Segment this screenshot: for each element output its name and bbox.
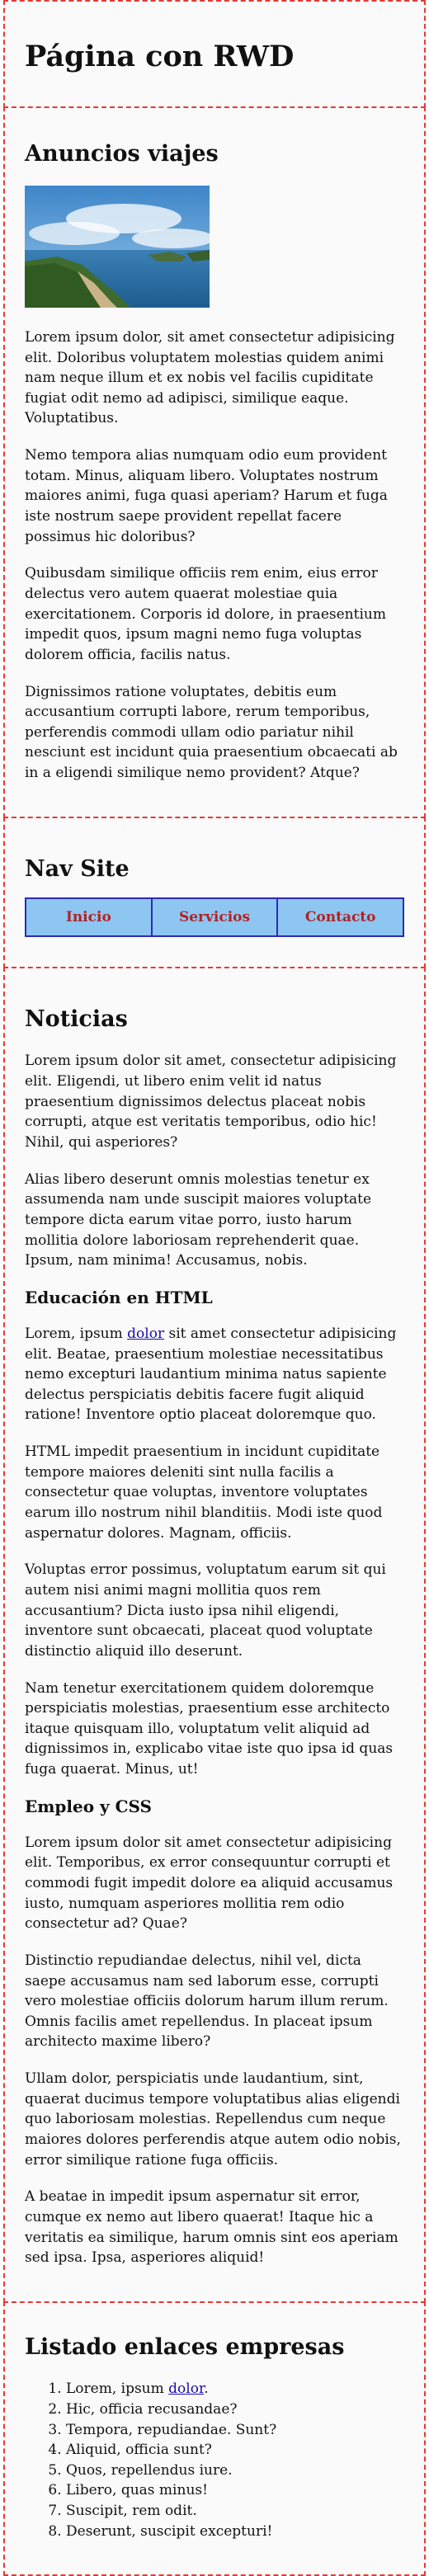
dolor-link[interactable]: dolor <box>168 2381 204 2397</box>
ads-title: Anuncios viajes <box>25 140 219 167</box>
news-subheading-html: Educación en HTML <box>25 1287 213 1307</box>
nav-title: Nav Site <box>25 855 130 882</box>
ads-section: Anuncios viajes Lorem ipsum dolor, sit a… <box>3 106 426 818</box>
list-item: Suscipit, rem odit. <box>66 2501 404 2522</box>
site-nav: Nav Site Inicio Servicios Contacto <box>3 816 426 969</box>
list-item: Quos, repellendus iure. <box>66 2461 404 2481</box>
company-links-list: Lorem, ipsum dolor. Hic, officia recusan… <box>25 2379 404 2574</box>
ads-paragraph: Lorem ipsum dolor, sit amet consectetur … <box>25 328 395 427</box>
news-paragraph: Ullam dolor, perspiciatis unde laudantiu… <box>25 2070 401 2169</box>
paragraph-text: Lorem, ipsum <box>25 1325 128 1342</box>
news-title: Noticias <box>25 1006 128 1033</box>
nav-item-inicio[interactable]: Inicio <box>26 899 153 936</box>
nav-item-servicios[interactable]: Servicios <box>153 899 279 936</box>
news-paragraph: Nam tenetur exercitationem quidem dolore… <box>25 1679 394 1778</box>
ads-paragraph: Quibusdam similique officiis rem enim, e… <box>25 565 386 663</box>
links-title: Listado enlaces empresas <box>25 2333 345 2360</box>
coastal-landscape-image <box>25 185 210 308</box>
ads-paragraph: Nemo tempora alias numquam odio eum prov… <box>25 447 388 545</box>
nav-item-contacto[interactable]: Contacto <box>278 899 403 935</box>
list-item-text: . <box>204 2381 209 2398</box>
list-item: Hic, officia recusandae? <box>66 2399 404 2420</box>
page-header: Página con RWD <box>3 0 426 108</box>
nav-menu: Inicio Servicios Contacto <box>25 897 404 938</box>
news-section: Noticias Lorem ipsum dolor sit amet, con… <box>3 967 426 2303</box>
news-paragraph: Lorem, ipsum dolor sit amet consectetur … <box>25 1324 404 1425</box>
company-links-section: Listado enlaces empresas Lorem, ipsum do… <box>3 2301 426 2576</box>
news-paragraph: Lorem ipsum dolor sit amet consectetur a… <box>25 1834 394 1933</box>
list-item: Lorem, ipsum dolor. <box>66 2379 404 2399</box>
ads-paragraph: Dignissimos ratione voluptates, debitis … <box>25 683 398 782</box>
news-paragraph: A beatae in impedit ipsum aspernatur sit… <box>25 2188 398 2267</box>
list-item: Aliquid, officia sunt? <box>66 2440 404 2461</box>
news-paragraph: HTML impedit praesentium in incidunt cup… <box>25 1443 383 1542</box>
news-subheading-css: Empleo y CSS <box>25 1796 152 1816</box>
page-title: Página con RWD <box>25 40 295 73</box>
news-paragraph: Lorem ipsum dolor sit amet, consectetur … <box>25 1053 397 1151</box>
news-paragraph: Alias libero deserunt omnis molestias te… <box>25 1170 372 1269</box>
page: Página con RWD Anuncios viajes Lorem ips… <box>3 0 426 2576</box>
news-paragraph: Distinctio repudiandae delectus, nihil v… <box>25 1952 389 2051</box>
news-paragraph: Voluptas error possimus, voluptatum earu… <box>25 1561 386 1660</box>
dolor-link[interactable]: dolor <box>127 1326 164 1342</box>
list-item: Libero, quas minus! <box>66 2480 404 2501</box>
list-item: Deserunt, suscipit excepturi! <box>66 2522 404 2542</box>
list-item-text: Lorem, ipsum <box>66 2381 169 2398</box>
list-item: Tempora, repudiandae. Sunt? <box>66 2420 404 2441</box>
